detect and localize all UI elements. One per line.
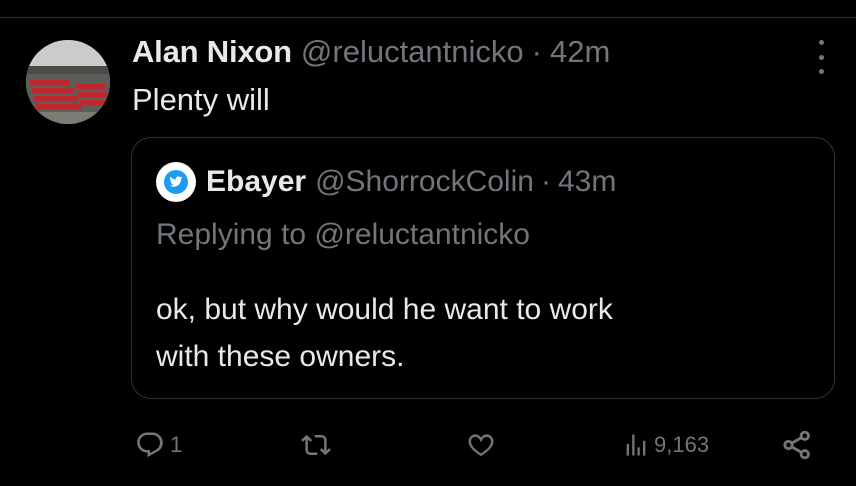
quoted-author-avatar[interactable]: [156, 162, 196, 202]
header-separator: ·: [531, 34, 542, 69]
heart-icon: [468, 434, 494, 457]
author-avatar[interactable]: [26, 40, 110, 124]
views-button[interactable]: 9,163: [622, 420, 709, 470]
more-vertical-icon[interactable]: [810, 40, 832, 74]
share-button[interactable]: [780, 420, 814, 470]
reply-button[interactable]: 1: [134, 420, 182, 470]
quoted-text-line-1: ok, but why would he want to work: [156, 293, 613, 326]
top-divider: [0, 17, 856, 18]
action-bar: 1 9,163: [0, 420, 856, 470]
quoted-tweet-text: ok, but why would he want to work with t…: [156, 286, 816, 380]
reply-count: 1: [170, 432, 183, 457]
tweet-text: Plenty will: [132, 82, 270, 117]
quoted-timestamp[interactable]: 43m: [558, 165, 616, 199]
tweet-header: Alan Nixon @reluctantnicko · 42m: [132, 34, 610, 74]
views-icon: [626, 434, 646, 456]
quoted-header-separator: ·: [540, 165, 551, 198]
quoted-author-name[interactable]: Ebayer: [206, 165, 306, 199]
replying-to: Replying to @reluctantnicko: [156, 218, 530, 252]
quoted-tweet-header: Ebayer @ShorrockColin · 43m: [156, 162, 616, 202]
stadium-photo: [26, 40, 110, 124]
quoted-text-line-2: with these owners.: [156, 340, 405, 373]
retweet-icon: [301, 434, 331, 456]
retweet-button[interactable]: [300, 420, 332, 470]
share-icon: [783, 430, 810, 460]
tweet-timestamp[interactable]: 42m: [550, 34, 610, 70]
replying-to-label: Replying to: [156, 218, 307, 251]
reply-icon: [137, 432, 163, 458]
views-count: 9,163: [654, 432, 710, 457]
quoted-tweet[interactable]: Ebayer @ShorrockColin · 43m Replying to …: [131, 137, 835, 399]
replying-to-handle[interactable]: @reluctantnicko: [314, 218, 530, 251]
like-button[interactable]: [465, 420, 497, 470]
verified-bird-icon: [164, 170, 188, 194]
quoted-author-handle[interactable]: @ShorrockColin: [315, 165, 534, 199]
author-name[interactable]: Alan Nixon: [132, 34, 292, 70]
author-handle[interactable]: @reluctantnicko: [301, 34, 524, 70]
